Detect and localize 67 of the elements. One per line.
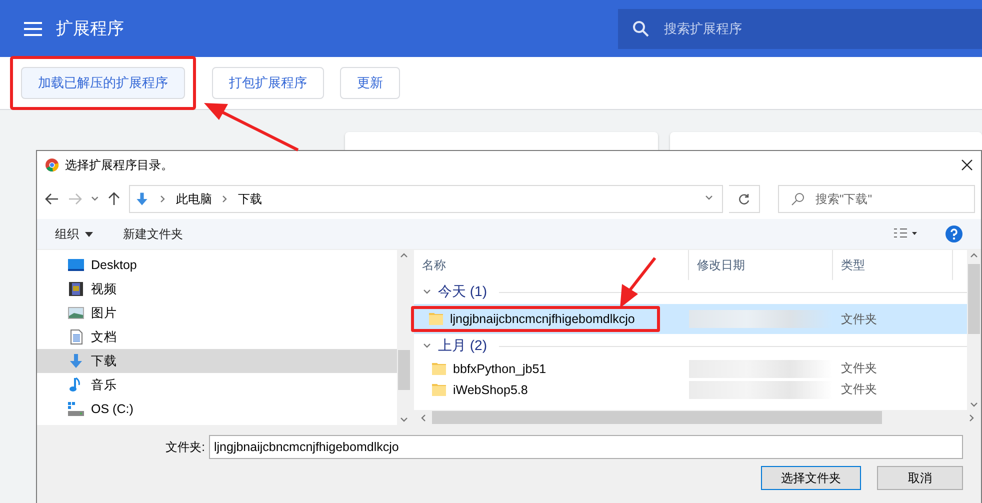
file-name: bbfxPython_jb51 [453,362,546,376]
breadcrumb-item[interactable]: 此电脑 [176,190,212,208]
file-name: iWebShop5.8 [453,382,528,396]
page-title: 扩展程序 [56,18,124,40]
scrollbar[interactable] [414,410,981,425]
toolbar-button[interactable]: 加载已解压的扩展程序 [21,67,185,99]
column-header[interactable]: 类型 [833,250,953,280]
folder-icon [431,382,447,398]
caret-icon [85,232,93,236]
download-arrow-icon [67,353,85,369]
drive-icon [67,401,85,417]
scrollbar[interactable] [967,250,981,410]
file-row[interactable]: ljngjbnaijcbncmcnjfhigebomdlkcjo 文件夹 [414,304,967,334]
column-header[interactable]: 修改日期 [689,250,833,280]
file-type: 文件夹 [840,360,877,377]
nav-item-label: 视频 [91,280,117,298]
search-field[interactable]: 搜索扩展程序 [618,8,982,48]
command-button[interactable]: 组织 [55,226,93,242]
file-name: ljngjbnaijcbncmcnjfhigebomdlkcjo [450,312,635,326]
nav-item-label: OS (C:) [91,402,134,416]
film-icon [67,281,85,297]
toolbar-button[interactable]: 更新 [340,67,400,99]
group-header[interactable]: 今天 (1) [414,280,967,304]
picture-icon [67,305,85,321]
dialog-title: 选择扩展程序目录。 [65,156,173,174]
nav-item[interactable]: 图片 [37,301,397,325]
browser-logo-icon [45,158,59,172]
nav-item-label: 下载 [91,352,117,370]
folder-icon [431,360,447,376]
nav-item[interactable]: 文档 [37,325,397,349]
dialog-button[interactable]: 选择文件夹 [761,466,861,490]
column-header[interactable]: 名称 [414,250,689,280]
scrollbar-thumb[interactable] [432,411,882,424]
nav-item-label: 音乐 [91,376,117,394]
help-icon[interactable] [945,225,963,243]
file-type: 文件夹 [840,381,877,398]
nav-item[interactable]: 视频 [37,277,397,301]
folder-field[interactable]: ljngjbnaijcbncmcnjfhigebomdlkcjo [209,435,963,459]
file-row[interactable]: iWebShop5.8 文件夹 [414,379,967,400]
toolbar-button[interactable]: 打包扩展程序 [212,67,324,99]
breadcrumb-item[interactable]: 下载 [238,190,262,208]
file-type: 文件夹 [840,310,877,328]
close-icon[interactable] [961,159,973,171]
nav-item-label: 文档 [91,328,117,346]
annotation-arrow [620,257,656,308]
folder-icon [428,311,444,327]
search-icon [791,192,806,206]
nav-item[interactable]: Desktop [37,253,397,277]
scrollbar-thumb[interactable] [968,264,980,334]
search-field[interactable]: 搜索"下载" [778,185,975,213]
file-row[interactable]: bbfxPython_jb51 文件夹 [414,358,967,379]
nav-item[interactable]: OS (C:) [37,397,397,421]
menu-icon[interactable] [24,22,42,36]
nav-item-label: 图片 [91,304,117,322]
address-bar[interactable]: 此电脑 下载 [129,185,724,213]
dialog-button[interactable]: 取消 [877,466,963,490]
search-icon [632,20,650,38]
group-header[interactable]: 上月 (2) [414,334,967,358]
field-label: 文件夹: [166,438,205,456]
nav-item[interactable]: 音乐 [37,373,397,397]
desktop-icon [67,257,85,273]
command-button[interactable]: 新建文件夹 [123,226,183,242]
nav-item-label: Desktop [91,258,137,272]
scrollbar-thumb[interactable] [398,350,410,390]
scrollbar[interactable] [397,250,411,425]
nav-item[interactable]: 下载 [37,349,397,373]
refresh-icon[interactable] [729,185,760,213]
